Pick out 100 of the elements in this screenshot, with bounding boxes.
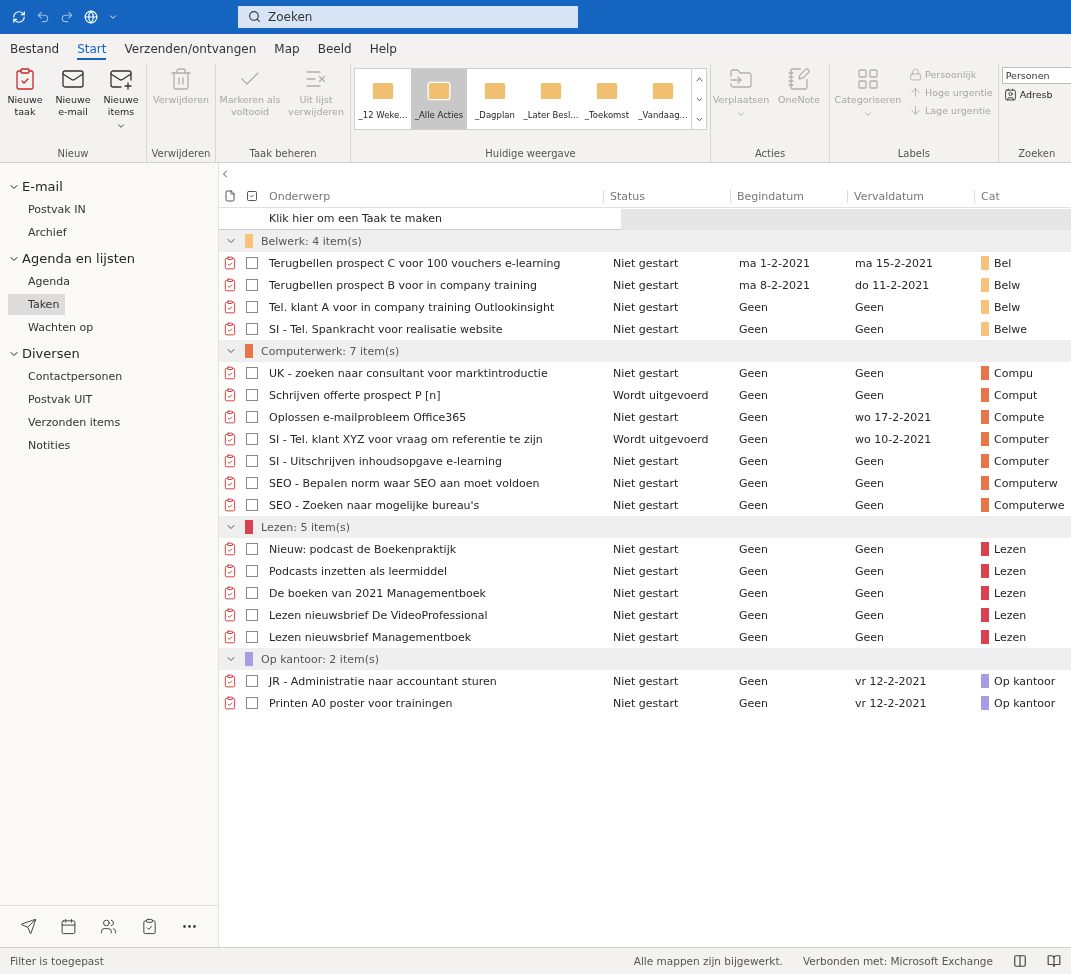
start-date-cell-text: Geen (738, 586, 770, 600)
ribbon-tab[interactable]: Map (274, 40, 300, 60)
complete-checkbox[interactable] (246, 455, 258, 467)
caret-icon[interactable] (108, 12, 118, 22)
task-subject: UK - zoeken naar consultant voor marktintroductie (268, 366, 549, 380)
complete-checkbox[interactable] (246, 257, 258, 269)
complete-checkbox[interactable] (246, 433, 258, 445)
category-cell: Computerwe (994, 498, 1065, 512)
redo-icon[interactable] (60, 10, 74, 24)
refresh-icon[interactable] (12, 10, 26, 24)
ribbon-tab[interactable]: Start (77, 40, 107, 60)
scroll-up-icon[interactable] (694, 74, 704, 84)
complete-checkbox[interactable] (246, 675, 258, 687)
column-header[interactable]: Status (603, 189, 730, 203)
complete-checkbox[interactable] (246, 323, 258, 335)
group-header[interactable]: Op kantoor: 2 item(s) (219, 648, 1071, 670)
ribbon-tab[interactable]: Bestand (10, 40, 60, 60)
complete-checkbox[interactable] (246, 565, 258, 577)
task-subject: Printen A0 poster voor trainingen (268, 696, 454, 710)
ribbon-button[interactable]: Nieuwe items (99, 64, 143, 134)
status-message: Alle mappen zijn bijgewerkt. (633, 955, 783, 967)
column-header[interactable]: Onderwerp (263, 189, 603, 203)
task-subject: SI - Tel. klant XYZ voor vraag om referentie te zijn (268, 432, 544, 446)
status-cell-text: Niet gestart (612, 366, 680, 380)
group-label: Belwerk: 4 item(s) (261, 234, 362, 248)
folder-item[interactable]: Taken (8, 294, 66, 315)
complete-checkbox[interactable] (246, 411, 258, 423)
search-field[interactable]: Zoeken (238, 6, 578, 28)
due-date-cell-text: Geen (854, 366, 886, 380)
group-title: Acties (753, 148, 787, 161)
folder-group-header[interactable]: Agenda en lijsten (8, 245, 210, 269)
folder-item[interactable]: Contactpersonen (8, 366, 129, 387)
task-icon[interactable] (140, 918, 158, 935)
group-header[interactable]: Computerwerk: 7 item(s) (219, 340, 1071, 362)
group-label: Computerwerk: 7 item(s) (261, 344, 400, 358)
complete-checkbox[interactable] (246, 477, 258, 489)
group-header[interactable]: Belwerk: 4 item(s) (219, 230, 1071, 252)
due-date-cell-text: vr 12-2-2021 (854, 674, 928, 688)
folder-item[interactable]: Archief (8, 222, 73, 243)
due-date-cell-text: vr 12-2-2021 (854, 696, 928, 710)
normal-view-icon[interactable] (1013, 954, 1027, 968)
folder-item[interactable]: Postvak IN (8, 199, 92, 220)
globe-icon[interactable] (84, 10, 98, 24)
start-date-cell-text: Geen (738, 366, 770, 380)
ribbon-tab[interactable]: Verzenden/ontvangen (124, 40, 257, 60)
people-icon[interactable] (100, 918, 118, 935)
status-cell-text: Niet gestart (612, 300, 680, 314)
task-subject: De boeken van 2021 Managementboek (268, 586, 487, 600)
task-subject: JR - Administratie naar accountant sturen (267, 674, 498, 688)
folder-group-header[interactable]: E-mail (8, 173, 210, 197)
start-date-cell-text: Geen (738, 476, 770, 490)
complete-checkbox[interactable] (246, 389, 258, 401)
start-date-cell-text: Geen (738, 696, 770, 710)
calendar-icon[interactable] (60, 918, 78, 935)
ribbon-small-button[interactable]: Adresb (1001, 87, 1071, 102)
group-header[interactable]: Lezen: 5 item(s) (219, 516, 1071, 538)
ribbon-button[interactable]: Nieuwe taak (3, 64, 47, 121)
ribbon-button[interactable]: Nieuwe e-mail (51, 64, 95, 121)
task-subject: Lezen nieuwsbrief De VideoProfessional (268, 608, 489, 622)
column-header[interactable]: Vervaldatum (847, 189, 974, 203)
category-cell: Lezen (994, 630, 1027, 644)
reading-view-icon[interactable] (1047, 954, 1061, 968)
folder-item[interactable]: Wachten op (8, 317, 100, 338)
view-item[interactable]: _Alle Acties (411, 69, 467, 129)
complete-checkbox[interactable] (246, 609, 258, 621)
complete-checkbox[interactable] (246, 587, 258, 599)
folder-group-header[interactable]: Diversen (8, 340, 210, 364)
category-cell: Belw (994, 278, 1021, 292)
lock-icon (909, 68, 922, 81)
folder-item[interactable]: Postvak UIT (8, 389, 99, 410)
status-cell-text: Niet gestart (612, 278, 680, 292)
complete-checkbox[interactable] (246, 279, 258, 291)
folder-move-icon (729, 67, 753, 91)
start-date-cell-text: Geen (738, 432, 770, 446)
folder-item[interactable]: Agenda (8, 271, 76, 292)
category-cell: Lezen (994, 542, 1027, 556)
category-cell: Belw (994, 300, 1021, 314)
category-cell: Computer (994, 454, 1049, 468)
category-cell: Op kantoor (994, 696, 1056, 710)
complete-checkbox[interactable] (246, 499, 258, 511)
task-subject: SI - Tel. Spankracht voor realisatie website (268, 322, 504, 336)
ribbon-tab[interactable]: Beeld (317, 40, 352, 60)
category-cell: Lezen (994, 586, 1027, 600)
status-cell-text: Niet gestart (612, 608, 680, 622)
complete-checkbox[interactable] (246, 697, 258, 709)
folder-item[interactable]: Notities (8, 435, 77, 456)
folder-item[interactable]: Verzonden items (8, 412, 127, 433)
task-subject: Tel. klant A voor in company training Outlookinsight (268, 300, 556, 314)
people-search-field[interactable]: Personen (1001, 67, 1071, 84)
complete-checkbox[interactable] (246, 543, 258, 555)
complete-checkbox[interactable] (246, 367, 258, 379)
ribbon-tab[interactable]: Help (369, 40, 397, 60)
complete-checkbox[interactable] (246, 631, 258, 643)
start-date-cell-text: Geen (738, 300, 770, 314)
complete-checkbox[interactable] (246, 301, 258, 313)
column-header[interactable]: Cat (974, 189, 1071, 203)
category-cell: Bel (994, 256, 1012, 270)
undo-icon[interactable] (36, 10, 50, 24)
column-header[interactable]: Begindatum (730, 189, 847, 203)
status-message: Verbonden met: Microsoft Exchange (802, 955, 993, 967)
